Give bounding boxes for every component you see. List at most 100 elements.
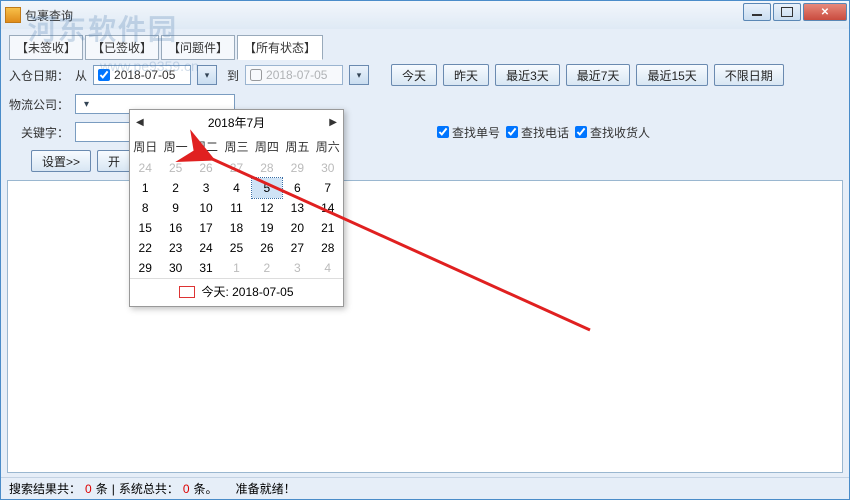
- client-area: 【未签收】 【已签收】 【问题件】 【所有状态】 入仓日期： 从 2018-07…: [1, 29, 849, 499]
- calendar-header: ◀ 2018年7月 ▶: [130, 110, 343, 135]
- status-total-count: 0: [183, 482, 190, 496]
- nolimit-button[interactable]: 不限日期: [714, 64, 784, 86]
- calendar-day[interactable]: 30: [160, 258, 190, 278]
- logistics-label: 物流公司：: [9, 96, 69, 113]
- calendar-weekday: 周一: [160, 135, 190, 158]
- tab-problem[interactable]: 【问题件】: [161, 35, 235, 60]
- calendar-day[interactable]: 2: [160, 178, 190, 198]
- minimize-button[interactable]: [743, 3, 771, 21]
- calendar-day[interactable]: 28: [252, 158, 282, 178]
- calendar-day[interactable]: 5: [252, 178, 282, 198]
- status-search-label: 搜索结果共：: [9, 480, 81, 497]
- from-date-input[interactable]: 2018-07-05: [93, 65, 191, 85]
- window-buttons: [743, 3, 847, 21]
- calendar-day[interactable]: 28: [313, 238, 343, 258]
- calendar-title[interactable]: 2018年7月: [208, 114, 265, 131]
- calendar-day[interactable]: 29: [282, 158, 312, 178]
- settings-button[interactable]: 设置>>: [31, 150, 91, 172]
- close-button[interactable]: [803, 3, 847, 21]
- calendar-day[interactable]: 3: [282, 258, 312, 278]
- status-ready: 准备就绪！: [236, 480, 296, 497]
- calendar-day[interactable]: 16: [160, 218, 190, 238]
- app-icon: [5, 7, 21, 23]
- today-label[interactable]: 今天: 2018-07-05: [201, 283, 293, 300]
- calendar-day[interactable]: 27: [221, 158, 251, 178]
- calendar-day[interactable]: 31: [191, 258, 221, 278]
- calendar-day[interactable]: 7: [313, 178, 343, 198]
- calendar-day[interactable]: 21: [313, 218, 343, 238]
- calendar-day[interactable]: 26: [191, 158, 221, 178]
- calendar-day[interactable]: 23: [160, 238, 190, 258]
- calendar-day[interactable]: 24: [191, 238, 221, 258]
- from-date-checkbox[interactable]: [98, 69, 110, 81]
- calendar-day[interactable]: 20: [282, 218, 312, 238]
- status-search-unit: 条: [96, 480, 108, 497]
- yesterday-button[interactable]: 昨天: [443, 64, 489, 86]
- keyword-label: 关键字：: [9, 124, 69, 141]
- calendar-day[interactable]: 26: [252, 238, 282, 258]
- to-date-input[interactable]: 2018-07-05: [245, 65, 343, 85]
- last15-button[interactable]: 最近15天: [636, 64, 707, 86]
- calendar-day[interactable]: 4: [221, 178, 251, 198]
- next-month-icon[interactable]: ▶: [329, 117, 337, 128]
- to-date-dropdown-button[interactable]: [349, 65, 369, 85]
- from-prefix: 从: [75, 67, 87, 84]
- calendar-day[interactable]: 4: [313, 258, 343, 278]
- status-bar: 搜索结果共： 0 条 | 系统总共： 0 条。 准备就绪！: [1, 477, 849, 499]
- last7-button[interactable]: 最近7天: [566, 64, 631, 86]
- calendar-day[interactable]: 18: [221, 218, 251, 238]
- from-date-dropdown-button[interactable]: [197, 65, 217, 85]
- to-prefix: 到: [227, 67, 239, 84]
- calendar-day[interactable]: 29: [130, 258, 160, 278]
- status-tabs: 【未签收】 【已签收】 【问题件】 【所有状态】: [1, 29, 849, 60]
- today-marker-icon: [179, 286, 195, 298]
- calendar-day[interactable]: 22: [130, 238, 160, 258]
- calendar-day[interactable]: 25: [221, 238, 251, 258]
- chk-order[interactable]: 查找单号: [437, 124, 500, 141]
- calendar-day[interactable]: 1: [221, 258, 251, 278]
- calendar-day[interactable]: 14: [313, 198, 343, 218]
- calendar-day[interactable]: 11: [221, 198, 251, 218]
- from-date-value: 2018-07-05: [114, 68, 186, 82]
- calendar-footer[interactable]: 今天: 2018-07-05: [130, 278, 343, 306]
- calendar-day[interactable]: 10: [191, 198, 221, 218]
- calendar-day[interactable]: 13: [282, 198, 312, 218]
- calendar-weekday: 周日: [130, 135, 160, 158]
- calendar-day[interactable]: 25: [160, 158, 190, 178]
- calendar-weekday: 周二: [191, 135, 221, 158]
- calendar-day[interactable]: 12: [252, 198, 282, 218]
- tab-unsigned[interactable]: 【未签收】: [9, 35, 83, 60]
- status-total-unit: 条。: [194, 480, 218, 497]
- maximize-button[interactable]: [773, 3, 801, 21]
- calendar-popup[interactable]: ◀ 2018年7月 ▶ 周日周一周二周三周四周五周六 2425262728293…: [129, 109, 344, 307]
- to-date-value: 2018-07-05: [266, 68, 338, 82]
- chk-receiver[interactable]: 查找收货人: [575, 124, 650, 141]
- calendar-table: 周日周一周二周三周四周五周六 2425262728293012345678910…: [130, 135, 343, 278]
- date-label: 入仓日期：: [9, 67, 69, 84]
- today-button[interactable]: 今天: [391, 64, 437, 86]
- prev-month-icon[interactable]: ◀: [136, 117, 144, 128]
- calendar-day[interactable]: 27: [282, 238, 312, 258]
- calendar-day[interactable]: 2: [252, 258, 282, 278]
- calendar-day[interactable]: 9: [160, 198, 190, 218]
- calendar-day[interactable]: 19: [252, 218, 282, 238]
- date-row: 入仓日期： 从 2018-07-05 到 2018-07-05 今天 昨天 最近…: [1, 60, 849, 90]
- calendar-day[interactable]: 30: [313, 158, 343, 178]
- calendar-day[interactable]: 24: [130, 158, 160, 178]
- titlebar[interactable]: 包裹查询: [1, 1, 849, 29]
- status-total-label: 系统总共：: [119, 480, 179, 497]
- calendar-weekday: 周六: [313, 135, 343, 158]
- tab-signed[interactable]: 【已签收】: [85, 35, 159, 60]
- chk-phone[interactable]: 查找电话: [506, 124, 569, 141]
- start-button[interactable]: 开: [97, 150, 131, 172]
- to-date-checkbox[interactable]: [250, 69, 262, 81]
- calendar-day[interactable]: 17: [191, 218, 221, 238]
- calendar-day[interactable]: 3: [191, 178, 221, 198]
- calendar-day[interactable]: 8: [130, 198, 160, 218]
- status-sep: |: [112, 482, 115, 496]
- calendar-day[interactable]: 1: [130, 178, 160, 198]
- calendar-day[interactable]: 6: [282, 178, 312, 198]
- tab-all[interactable]: 【所有状态】: [237, 35, 323, 60]
- calendar-day[interactable]: 15: [130, 218, 160, 238]
- last3-button[interactable]: 最近3天: [495, 64, 560, 86]
